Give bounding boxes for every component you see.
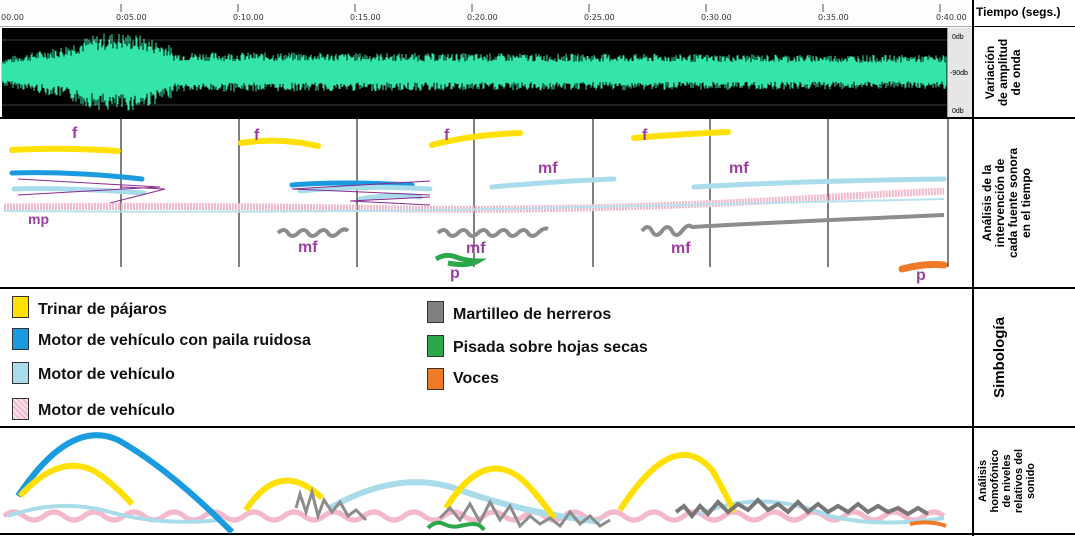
db-scale: 0db -90db 0db <box>947 28 972 117</box>
curve-voices <box>909 520 947 528</box>
legend-label-noisy-engine: Motor de vehículo con paila ruidosa <box>38 332 311 349</box>
row-divider-bottom <box>0 533 1075 535</box>
legend-swatch-footsteps <box>427 335 444 357</box>
noisy-engine-stroke-1 <box>9 170 145 182</box>
intervention-plot <box>3 119 949 273</box>
dynamic-mf-4: mf <box>466 240 486 257</box>
waveform <box>1 33 947 111</box>
legend-swatch-engine-blue <box>12 362 29 384</box>
legend-label-footsteps: Pisada sobre hojas secas <box>453 339 648 356</box>
tick-marks <box>120 4 941 12</box>
curve-footsteps <box>426 520 486 532</box>
db-label-top: 0db <box>952 34 964 41</box>
dynamic-mf-1: mf <box>538 160 558 177</box>
hammer-stroke-3 <box>640 213 945 237</box>
dynamic-mf-2: mf <box>729 160 749 177</box>
engine-stroke-5 <box>691 176 947 190</box>
dynamic-f-2: f <box>254 127 260 144</box>
legend-label-voices: Voces <box>453 370 499 387</box>
legend-swatch-noisy-engine <box>12 328 29 350</box>
hammer-stroke-2 <box>436 226 549 238</box>
dynamic-mf-5: mf <box>671 240 691 257</box>
waveform-panel <box>1 28 947 117</box>
timeline-ruler: 00.00 0:05.00 0:10.00 0:15.00 0:20.00 0:… <box>0 0 972 27</box>
axis-title: Tiempo (segs.) <box>976 5 1061 19</box>
dynamic-p-2: p <box>916 267 926 284</box>
legend-label-hammer: Martilleo de herreros <box>453 306 612 323</box>
dynamic-p-1: p <box>450 265 460 282</box>
row-label-homophonic: Análisis homofónico de niveles relativos… <box>976 448 1037 513</box>
row-label-intervention: Análisis de la intervención de cada fuen… <box>980 147 1033 259</box>
legend-swatch-engine-pink <box>12 398 29 420</box>
engine-stroke-4 <box>489 176 617 190</box>
row-divider-2 <box>0 287 1075 289</box>
engine-stroke-3 <box>357 192 423 202</box>
dynamic-f-4: f <box>642 127 648 144</box>
legend-swatch-birds <box>12 296 29 318</box>
legend-label-engine-blue: Motor de vehículo <box>38 366 175 383</box>
dynamic-mf-3: mf <box>298 239 318 256</box>
bird-stroke-1 <box>9 145 121 154</box>
legend-label-birds: Trinar de pájaros <box>38 301 167 318</box>
homophonic-plot <box>2 432 947 535</box>
dynamic-f-3: f <box>444 127 450 144</box>
hammer-stroke-1 <box>276 227 350 238</box>
legend-swatch-voices <box>427 368 444 390</box>
bird-stroke-2 <box>238 137 321 149</box>
row-label-symbology: Simbología <box>990 317 1008 398</box>
db-label-bottom: 0db <box>952 108 964 115</box>
db-label-mid: -90db <box>950 70 968 77</box>
legend-swatch-hammer <box>427 301 444 323</box>
row-label-amplitude: Variación de amplitud de onda <box>983 38 1024 106</box>
dynamic-mp: mp <box>28 211 49 227</box>
legend-label-engine-pink: Motor de vehículo <box>38 402 175 419</box>
bird-stroke-4 <box>631 129 731 141</box>
dynamic-f-1: f <box>72 125 78 142</box>
